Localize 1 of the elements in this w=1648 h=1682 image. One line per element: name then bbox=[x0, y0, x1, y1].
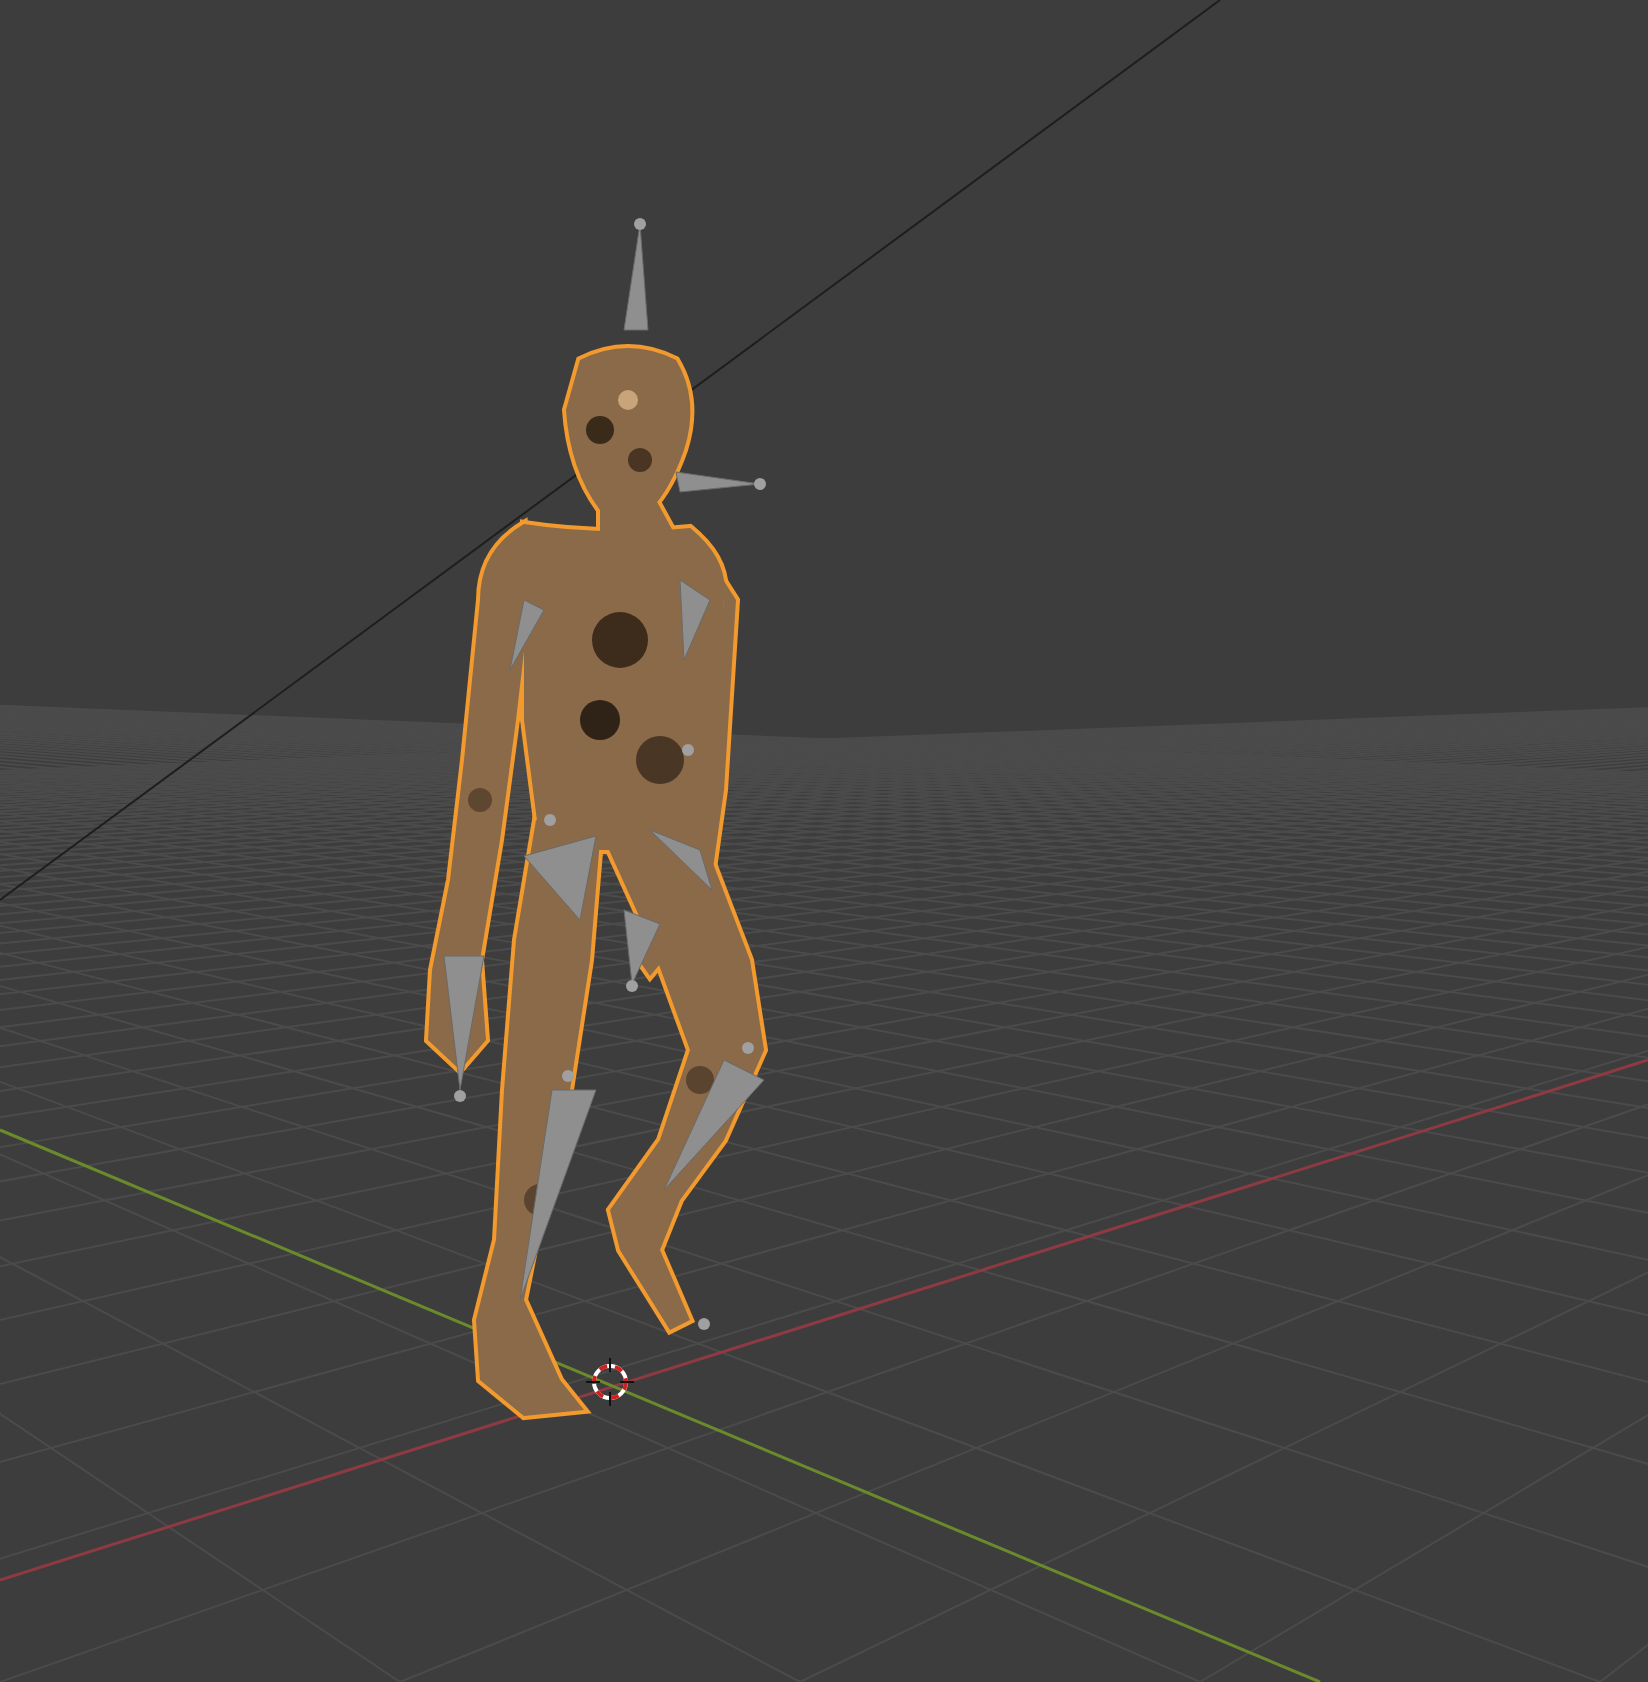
cursor-icon bbox=[585, 1357, 635, 1407]
